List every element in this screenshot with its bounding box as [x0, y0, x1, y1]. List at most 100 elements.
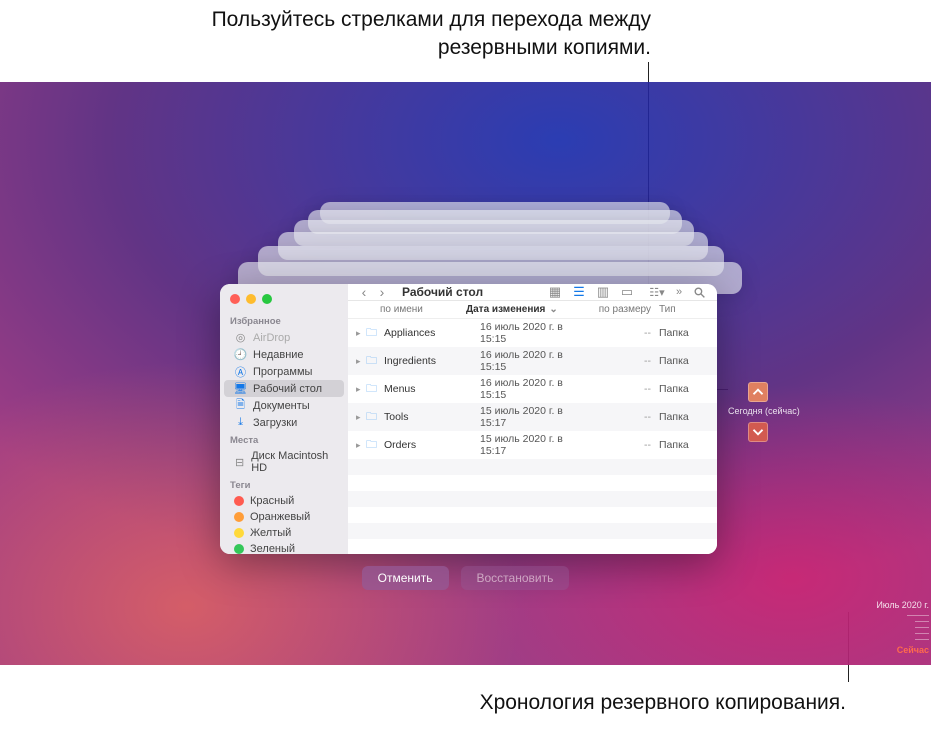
cancel-button[interactable]: Отменить [362, 566, 449, 590]
file-name: Appliances [384, 327, 480, 339]
file-row-empty [348, 491, 717, 507]
sidebar-item-documents[interactable]: 🗎 Документы [224, 397, 344, 414]
expand-icon[interactable]: ▸ [356, 412, 366, 423]
sidebar-item-label: Диск Macintosh HD [251, 450, 334, 474]
sidebar-item-airdrop[interactable]: ◎ AirDrop [224, 329, 344, 346]
expand-icon[interactable]: ▸ [356, 356, 366, 367]
file-row[interactable]: ▸ 🗀 Ingredients 16 июль 2020 г. в 15:15 … [348, 347, 717, 375]
sidebar-item-label: Оранжевый [250, 511, 310, 523]
action-bar: Отменить Восстановить [0, 566, 931, 590]
expand-icon[interactable]: ▸ [356, 384, 366, 395]
finder-toolbar: ‹ › Рабочий стол ▦ ☰ ▥ ▭ ☷▾ » [348, 284, 717, 301]
file-date: 15 июль 2020 г. в 15:17 [480, 405, 589, 429]
column-headers: по имени Дата изменения ⌄ по размеру Тип [348, 301, 717, 319]
view-gallery-icon[interactable]: ▭ [619, 284, 635, 300]
restore-button[interactable]: Восстановить [461, 566, 570, 590]
sidebar-item-label: AirDrop [253, 332, 290, 344]
col-kind[interactable]: Тип [659, 304, 709, 315]
sidebar-tag-green[interactable]: Зеленый [224, 541, 344, 554]
folder-icon: 🗀 [366, 324, 380, 343]
file-kind: Папка [659, 327, 709, 339]
col-name[interactable]: по имени [356, 304, 466, 315]
sidebar-section-tags: Теги [220, 476, 348, 493]
window-controls [220, 290, 348, 312]
close-icon[interactable] [230, 294, 240, 304]
finder-window: Избранное ◎ AirDrop 🕘 Недавние Ⓐ Програм… [220, 284, 717, 554]
file-kind: Папка [659, 355, 709, 367]
view-icons-icon[interactable]: ▦ [547, 284, 563, 300]
sidebar-section-favorites: Избранное [220, 312, 348, 329]
file-kind: Папка [659, 439, 709, 451]
file-kind: Папка [659, 411, 709, 423]
sidebar-item-desktop[interactable]: 🖥 Рабочий стол [224, 380, 344, 397]
sidebar-section-locations: Места [220, 431, 348, 448]
col-date[interactable]: Дата изменения ⌄ [466, 304, 589, 315]
view-columns-icon[interactable]: ▥ [595, 284, 611, 300]
file-kind: Папка [659, 383, 709, 395]
file-row[interactable]: ▸ 🗀 Menus 16 июль 2020 г. в 15:15 -- Пап… [348, 375, 717, 403]
folder-icon: 🗀 [366, 352, 380, 371]
chevron-up-icon [749, 383, 767, 401]
file-size: -- [589, 327, 659, 339]
timeline-tick [915, 621, 929, 622]
timeline-tick [915, 633, 929, 634]
expand-icon[interactable]: ▸ [356, 328, 366, 339]
sidebar-item-recents[interactable]: 🕘 Недавние [224, 346, 344, 363]
sidebar-item-disk[interactable]: ⊟ Диск Macintosh HD [224, 448, 344, 476]
forward-button[interactable]: › [374, 284, 390, 300]
file-size: -- [589, 411, 659, 423]
more-icon[interactable]: » [671, 286, 687, 298]
file-row[interactable]: ▸ 🗀 Orders 15 июль 2020 г. в 15:17 -- Па… [348, 431, 717, 459]
downloads-icon: ⤓ [234, 416, 247, 429]
nav-older-button[interactable] [748, 382, 768, 402]
backup-timeline[interactable]: Июль 2020 г. Сейчас [849, 600, 929, 657]
expand-icon[interactable]: ▸ [356, 440, 366, 451]
sidebar-item-downloads[interactable]: ⤓ Загрузки [224, 414, 344, 431]
view-list-icon[interactable]: ☰ [571, 284, 587, 300]
sidebar-tag-yellow[interactable]: Желтый [224, 525, 344, 541]
file-size: -- [589, 383, 659, 395]
recents-icon: 🕘 [234, 348, 247, 361]
view-switcher: ▦ ☰ ▥ ▭ [547, 284, 635, 300]
file-row-empty [348, 507, 717, 523]
timeline-month-label: Июль 2020 г. [849, 600, 929, 610]
file-date: 16 июль 2020 г. в 15:15 [480, 321, 589, 345]
file-date: 16 июль 2020 г. в 15:15 [480, 349, 589, 373]
callout-arrows: Пользуйтесь стрелками для перехода между… [200, 6, 651, 63]
tag-dot-icon [234, 528, 244, 538]
col-date-label: Дата изменения [466, 304, 545, 315]
finder-sidebar: Избранное ◎ AirDrop 🕘 Недавние Ⓐ Програм… [220, 284, 348, 554]
zoom-icon[interactable] [262, 294, 272, 304]
nav-newer-button[interactable] [748, 422, 768, 442]
sidebar-tag-orange[interactable]: Оранжевый [224, 509, 344, 525]
sidebar-item-label: Загрузки [253, 417, 297, 429]
airdrop-icon: ◎ [234, 331, 247, 344]
file-name: Ingredients [384, 355, 480, 367]
folder-icon: 🗀 [366, 436, 380, 455]
file-row-empty [348, 475, 717, 491]
file-row[interactable]: ▸ 🗀 Tools 15 июль 2020 г. в 15:17 -- Пап… [348, 403, 717, 431]
sidebar-item-label: Рабочий стол [253, 383, 322, 395]
sidebar-item-label: Программы [253, 366, 312, 378]
tag-dot-icon [234, 512, 244, 522]
file-row[interactable]: ▸ 🗀 Appliances 16 июль 2020 г. в 15:15 -… [348, 319, 717, 347]
group-menu-icon[interactable]: ☷▾ [649, 286, 665, 299]
timeline-tick [907, 615, 929, 616]
back-button[interactable]: ‹ [356, 284, 372, 300]
time-machine-desktop: Избранное ◎ AirDrop 🕘 Недавние Ⓐ Програм… [0, 82, 931, 665]
backup-nav: Сегодня (сейчас) [728, 382, 788, 446]
chevron-down-icon [749, 423, 767, 441]
minimize-icon[interactable] [246, 294, 256, 304]
window-title: Рабочий стол [402, 285, 483, 299]
sidebar-item-apps[interactable]: Ⓐ Программы [224, 363, 344, 380]
tag-dot-icon [234, 496, 244, 506]
folder-icon: 🗀 [366, 380, 380, 399]
current-backup-label: Сегодня (сейчас) [728, 406, 788, 416]
sidebar-item-label: Документы [253, 400, 310, 412]
sidebar-item-label: Зеленый [250, 543, 295, 554]
col-size[interactable]: по размеру [589, 304, 659, 315]
file-size: -- [589, 439, 659, 451]
file-name: Tools [384, 411, 480, 423]
search-icon[interactable] [693, 286, 709, 299]
sidebar-tag-red[interactable]: Красный [224, 493, 344, 509]
